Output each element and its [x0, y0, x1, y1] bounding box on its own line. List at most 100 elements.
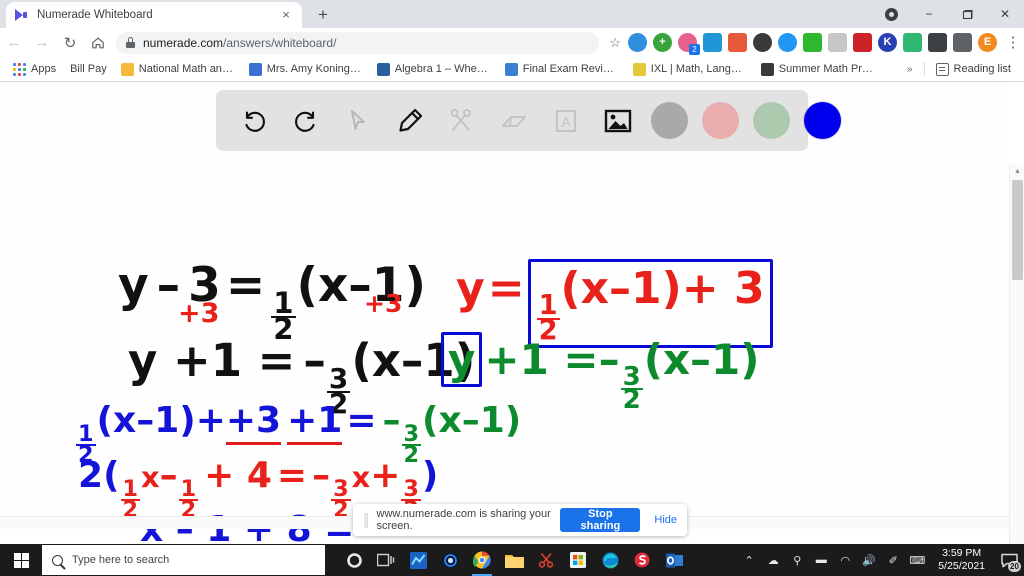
- outlook-icon[interactable]: [659, 544, 689, 576]
- bookmark-item[interactable]: Summer Math Pract...: [754, 59, 882, 79]
- bookmark-item[interactable]: Mrs. Amy Koning -...: [242, 59, 370, 79]
- bookmark-item[interactable]: Bill Pay: [63, 59, 114, 79]
- cortana-icon[interactable]: [339, 544, 369, 576]
- volume-icon[interactable]: 🔊: [857, 544, 881, 576]
- new-tab-button[interactable]: +: [312, 5, 334, 27]
- line2b-paren: (x–1): [643, 335, 760, 384]
- add-extension[interactable]: +: [653, 33, 672, 52]
- taskbar-clock[interactable]: 3:59 PM 5/25/2021: [929, 547, 994, 573]
- bookmark-item[interactable]: Final Exam Review -...: [498, 59, 626, 79]
- numerade-favicon: [14, 8, 28, 22]
- stop-sharing-button[interactable]: Stop sharing: [560, 508, 641, 532]
- scissors-tool[interactable]: [438, 97, 486, 145]
- sphero-icon[interactable]: [627, 544, 657, 576]
- line3-plus3: +3: [225, 400, 282, 445]
- bookmark-extension[interactable]: [728, 33, 747, 52]
- hide-sharing-bar-button[interactable]: Hide: [644, 508, 687, 532]
- profile-avatar[interactable]: E: [978, 33, 997, 52]
- kami-extension-label: K: [883, 36, 892, 48]
- drag-grip-icon[interactable]: ║: [362, 513, 370, 527]
- close-tab-icon[interactable]: ×: [278, 7, 294, 23]
- color-green[interactable]: [753, 102, 790, 139]
- whiteboard-canvas[interactable]: A y –3 = 1 2 (x–1) +3 +3 y +1 = –3 2 (x–1): [0, 82, 1009, 544]
- tab-title: Numerade Whiteboard: [37, 9, 153, 21]
- boxed1-paren: (x–1): [560, 263, 682, 314]
- maximize-button[interactable]: [948, 0, 986, 28]
- bookmark-label: Algebra 1 – When...: [394, 63, 491, 75]
- bookmark-star-icon[interactable]: ☆: [609, 35, 621, 51]
- snip-sketch-icon[interactable]: [531, 544, 561, 576]
- minimize-button[interactable]: −: [910, 0, 948, 28]
- notification-count: 20: [1008, 561, 1021, 572]
- reading-list-button[interactable]: Reading list: [929, 59, 1018, 79]
- notification-center-button[interactable]: 20: [994, 544, 1024, 576]
- cloud-extension[interactable]: [703, 33, 722, 52]
- edge-icon[interactable]: [595, 544, 625, 576]
- undo-button[interactable]: [230, 97, 278, 145]
- color-gray[interactable]: [651, 102, 688, 139]
- cast-green-extension[interactable]: [803, 33, 822, 52]
- forward-button[interactable]: →: [28, 29, 56, 57]
- desmos-icon[interactable]: [403, 544, 433, 576]
- show-hidden-icons[interactable]: ⌃: [737, 544, 761, 576]
- battery-icon[interactable]: ▬: [809, 544, 833, 576]
- line1-minus: –: [156, 258, 181, 313]
- line4-eq: =: [276, 455, 308, 496]
- line2b-lhs: +1 =: [484, 335, 599, 384]
- bookmark-item[interactable]: Apps: [6, 59, 63, 79]
- scroll-up-arrow[interactable]: ▲: [1010, 164, 1024, 179]
- diamond-extension[interactable]: [778, 33, 797, 52]
- vertical-scrollbar[interactable]: ▲ ▼: [1009, 164, 1024, 544]
- line4-fa: 12: [120, 476, 141, 523]
- address-bar[interactable]: numerade.com/answers/whiteboard/: [116, 31, 600, 54]
- browser-menu-button[interactable]: ⋮: [1002, 35, 1024, 50]
- browser-tab[interactable]: Numerade Whiteboard ×: [6, 2, 302, 28]
- bookmark-item[interactable]: National Math and...: [114, 59, 242, 79]
- bookmarks-overflow-button[interactable]: »: [900, 64, 920, 75]
- dark-icon: [760, 62, 774, 76]
- kami-extension[interactable]: K: [878, 33, 897, 52]
- pencil-tool[interactable]: [386, 97, 434, 145]
- close-window-button[interactable]: ✕: [986, 0, 1024, 28]
- bookmark-label: IXL | Math, Languag...: [650, 63, 747, 75]
- line3-eq: =: [346, 400, 377, 441]
- text-tool[interactable]: A: [542, 97, 590, 145]
- reading-list-label: Reading list: [953, 63, 1011, 75]
- pen-icon[interactable]: ✐: [881, 544, 905, 576]
- file-explorer-icon[interactable]: [499, 544, 529, 576]
- select-tool[interactable]: [334, 97, 382, 145]
- scrollbar-thumb[interactable]: [1012, 180, 1023, 280]
- grammar-extension[interactable]: [628, 33, 647, 52]
- bookmark-item[interactable]: Algebra 1 – When...: [370, 59, 498, 79]
- bookmark-item[interactable]: IXL | Math, Languag...: [626, 59, 754, 79]
- wifi-icon[interactable]: ◠: [833, 544, 857, 576]
- reload-button[interactable]: ↻: [56, 29, 84, 57]
- ink-line1-adjust-right: +3: [364, 289, 403, 318]
- image-tool[interactable]: [594, 97, 642, 145]
- onedrive-icon[interactable]: ☁: [761, 544, 785, 576]
- home-button[interactable]: [84, 29, 112, 57]
- chrome-icon[interactable]: [467, 544, 497, 576]
- back-button[interactable]: ←: [0, 29, 28, 57]
- eraser-tool[interactable]: [490, 97, 538, 145]
- cast-extension[interactable]: [953, 33, 972, 52]
- keyboard-icon[interactable]: ⌨: [905, 544, 929, 576]
- line4-minus: –: [159, 455, 178, 496]
- usb-icon[interactable]: ⚲: [785, 544, 809, 576]
- color-red[interactable]: [702, 102, 739, 139]
- adobe-pdf-extension[interactable]: [853, 33, 872, 52]
- taskbar-search-input[interactable]: Type here to search: [42, 545, 325, 575]
- clipboard-extension[interactable]: 2: [678, 33, 700, 55]
- dark-circle-extension[interactable]: [753, 33, 772, 52]
- profile-status-icon[interactable]: [872, 0, 910, 28]
- redo-button[interactable]: [282, 97, 330, 145]
- task-view-icon[interactable]: [371, 544, 401, 576]
- start-button[interactable]: [0, 544, 42, 576]
- save-extension[interactable]: [903, 33, 922, 52]
- puzzle-extension[interactable]: [928, 33, 947, 52]
- microsoft-store-icon[interactable]: [563, 544, 593, 576]
- zoom-icon[interactable]: [435, 544, 465, 576]
- gray-extension[interactable]: [828, 33, 847, 52]
- line4-plus: +: [370, 455, 401, 496]
- color-blue[interactable]: [804, 102, 841, 139]
